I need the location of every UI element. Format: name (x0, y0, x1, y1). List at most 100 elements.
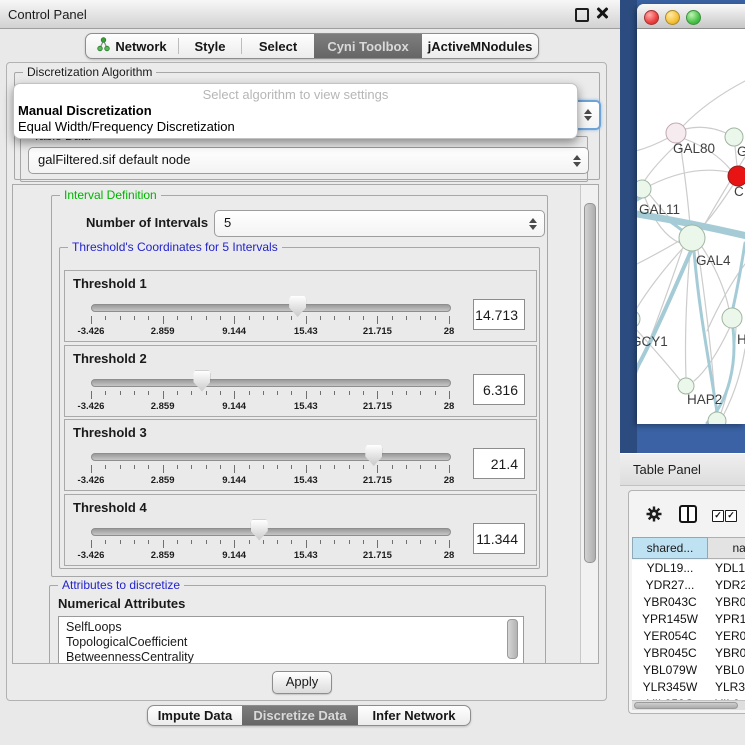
split-columns-icon[interactable] (679, 505, 697, 523)
slider-tick (306, 316, 307, 324)
table-row[interactable]: YDR27...YDR2 (632, 577, 745, 594)
network-edge (685, 127, 726, 133)
network-node-GAL80[interactable] (666, 123, 686, 143)
dropdown-option-manual-discretization[interactable]: Manual Discretization (18, 103, 152, 118)
gear-icon[interactable] (646, 506, 662, 522)
table-data-combobox[interactable]: galFiltered.sif default node (28, 147, 589, 174)
slider-tick (349, 391, 350, 395)
tab-label: jActiveMNodules (428, 39, 533, 54)
close-icon[interactable] (596, 7, 608, 19)
slider-thumb[interactable] (193, 371, 210, 392)
network-node-H[interactable] (722, 308, 742, 328)
table-row[interactable]: YPR145WYPR1 (632, 611, 745, 628)
table-row[interactable]: YDL19...YDL1 (632, 560, 745, 577)
slider-track[interactable] (91, 528, 451, 536)
checkbox-icon[interactable]: ✓ (725, 510, 737, 522)
slider-tick (363, 316, 364, 320)
slider-track[interactable] (91, 304, 451, 312)
minimize-traffic-light-icon[interactable] (665, 10, 680, 25)
slider-tick (349, 465, 350, 469)
table-cell: YBR043C (632, 594, 708, 611)
network-node-GAL11[interactable] (637, 180, 651, 198)
tab-jactivemnodules[interactable]: jActiveMNodules (422, 34, 538, 58)
slider-tick (177, 540, 178, 544)
network-view-window[interactable]: GAL80GACGAL11GAL4GCY1HAHAP2 (637, 4, 745, 424)
vertical-scrollbar-track[interactable] (580, 185, 598, 663)
slider-tick (220, 316, 221, 320)
horizontal-scrollbar-track[interactable] (632, 700, 745, 710)
vertical-scrollbar-thumb[interactable] (584, 203, 596, 563)
slider-tick (163, 391, 164, 399)
slider-tick (291, 465, 292, 469)
slider-tick-label: 21.715 (363, 475, 392, 486)
network-canvas[interactable]: GAL80GACGAL11GAL4GCY1HAHAP2 (637, 29, 745, 424)
checkbox-icon[interactable]: ✓ (712, 510, 724, 522)
slider-tick (392, 316, 393, 320)
slider-tick (177, 316, 178, 320)
slider-tick-label: 28 (444, 326, 455, 337)
attribute-list-item[interactable]: BetweennessCentrality (59, 650, 523, 664)
table-row[interactable]: YBL079WYBL0 (632, 662, 745, 679)
tab-discretize-data[interactable]: Discretize Data (242, 706, 358, 725)
close-traffic-light-icon[interactable] (644, 10, 659, 25)
slider-tick (134, 391, 135, 395)
tab-impute-data[interactable]: Impute Data (148, 706, 242, 725)
table-row[interactable]: YBR043CYBR0 (632, 594, 745, 611)
list-scrollbar-thumb[interactable] (507, 619, 518, 659)
slider-tick-label: 21.715 (363, 401, 392, 412)
zoom-traffic-light-icon[interactable] (686, 10, 701, 25)
slider-thumb[interactable] (365, 445, 382, 466)
slider-tick-label: 21.715 (363, 550, 392, 561)
threshold-box: Threshold 2-3.4262.8599.14415.4321.71528… (64, 345, 537, 417)
attribute-list-item[interactable]: TopologicalCoefficient (59, 635, 523, 650)
number-of-intervals-combobox[interactable]: 5 (214, 210, 545, 237)
network-node-GAL4[interactable] (679, 225, 705, 251)
horizontal-scrollbar-thumb[interactable] (634, 702, 738, 709)
slider-tick (363, 540, 364, 544)
network-node-node-b[interactable] (708, 412, 726, 424)
tab-style[interactable]: Style (179, 34, 241, 58)
slider-tick-label: 2.859 (151, 475, 175, 486)
slider-track[interactable] (91, 453, 451, 461)
slider-thumb[interactable] (251, 520, 268, 541)
slider-thumb[interactable] (289, 296, 306, 317)
slider-tick (148, 465, 149, 469)
network-node-C-red[interactable] (728, 166, 745, 186)
slider-tick-label: 9.144 (222, 401, 246, 412)
table-row[interactable]: YER054CYER0 (632, 628, 745, 645)
network-node-GCY1[interactable] (637, 310, 640, 328)
slider-tick (377, 316, 378, 324)
slider-tick (334, 316, 335, 320)
dropdown-option-equal-width-frequency[interactable]: Equal Width/Frequency Discretization (18, 119, 235, 134)
column-header-name[interactable]: name (708, 537, 745, 559)
tab-select[interactable]: Select (242, 34, 314, 58)
table-cell: YLR345W (632, 679, 708, 696)
slider-tick (120, 540, 121, 544)
slider-tick-label: 2.859 (151, 326, 175, 337)
table-row[interactable]: YBR045CYBR0 (632, 645, 745, 662)
slider-tick (206, 316, 207, 320)
threshold-value-field[interactable]: 14.713 (473, 299, 525, 330)
group-title: Attributes to discretize (58, 578, 184, 592)
tab-network[interactable]: Network (86, 34, 178, 58)
threshold-value-field[interactable]: 11.344 (473, 523, 525, 554)
network-edge (637, 248, 683, 311)
column-header-shared-name[interactable]: shared... (632, 537, 708, 559)
tab-infer-network[interactable]: Infer Network (358, 706, 470, 725)
apply-button[interactable]: Apply (272, 671, 332, 694)
screen: Control Panel Network Style Select (0, 0, 745, 745)
slider-tick (277, 465, 278, 469)
threshold-value-field[interactable]: 6.316 (473, 374, 525, 405)
combobox-value: galFiltered.sif default node (38, 152, 190, 167)
numerical-attributes-list[interactable]: SelfLoopsTopologicalCoefficientBetweenne… (58, 616, 524, 664)
table-row[interactable]: YLR345WYLR3 (632, 679, 745, 696)
threshold-value-field[interactable]: 21.4 (473, 448, 525, 479)
table-cell: YBR0 (708, 645, 745, 662)
tab-label: Select (259, 39, 297, 54)
tab-cyni-toolbox[interactable]: Cyni Toolbox (314, 34, 422, 58)
network-window-titlebar[interactable] (637, 4, 745, 29)
slider-tick (449, 465, 450, 473)
slider-track[interactable] (91, 379, 451, 387)
float-window-icon[interactable] (575, 8, 589, 22)
attribute-list-item[interactable]: SelfLoops (59, 617, 523, 635)
